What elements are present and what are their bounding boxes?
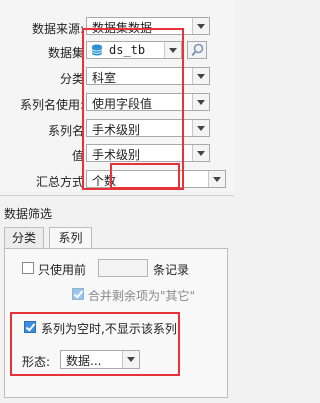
category-value: 科室 [92,71,117,85]
chevron-down-icon[interactable] [192,94,209,110]
value-label: 值 [71,149,84,163]
source-row: 数据来源: 数据集数据 [0,17,234,37]
chevron-down-icon[interactable] [164,42,181,58]
category-select[interactable]: 科室 [86,67,210,85]
hide-null-series-label: 系列为空时,不显示该系列 [41,322,177,336]
dataset-label: 数据集 [47,46,84,60]
aggregate-row: 汇总方式 个数 [0,170,234,190]
dataset-select[interactable]: ds_tb [86,41,182,59]
records-suffix-label: 条记录 [153,263,190,277]
series-name-label: 系列名 [47,124,84,138]
chevron-down-icon[interactable] [192,68,209,84]
merge-rest-checkbox[interactable] [72,288,84,300]
only-use-first-checkbox[interactable] [22,262,34,274]
aggregate-value: 个数 [92,174,117,188]
search-button[interactable] [187,41,207,59]
chevron-down-icon[interactable] [192,120,209,136]
series-name-select[interactable]: 手术级别 [86,119,210,137]
series-name-row: 系列名 手术级别 [0,119,234,139]
chevron-down-icon[interactable] [122,351,139,368]
search-icon [191,43,204,57]
chevron-down-icon[interactable] [192,18,209,34]
only-use-first-label: 只使用前 [38,263,87,277]
series-name-use-select[interactable]: 使用字段值 [86,93,210,111]
aggregate-label: 汇总方式 [35,175,84,189]
chevron-down-icon[interactable] [208,171,225,187]
merge-rest-label: 合并剩余项为"其它" [88,289,196,303]
value-row: 值 手术级别 [0,144,234,164]
data-config-section: 数据来源: 数据集数据 数据集 ds_tb 分类 科室 系列名使用: 使用字段值… [0,0,234,192]
series-name-use-value: 使用字段值 [92,97,153,111]
form-value: 数据... [66,354,102,368]
database-icon [91,44,103,56]
tab-series[interactable]: 系列 [49,227,92,249]
series-name-use-row: 系列名使用: 使用字段值 [0,93,234,113]
filter-section-title: 数据筛选 [4,207,53,221]
record-count-input[interactable] [98,259,148,277]
form-select[interactable]: 数据... [60,350,140,369]
aggregate-select[interactable]: 个数 [86,170,226,188]
dataset-value: ds_tb [109,43,146,57]
chevron-down-icon[interactable] [192,145,209,161]
tab-category[interactable]: 分类 [4,227,44,248]
hide-null-series-checkbox[interactable] [24,321,36,333]
category-label: 分类 [59,72,84,86]
category-row: 分类 科室 [0,67,234,87]
form-label: 形态: [22,355,51,369]
series-name-value: 手术级别 [92,123,141,137]
value-select[interactable]: 手术级别 [86,144,210,162]
source-label: 数据来源: [31,22,84,36]
source-value: 数据集数据 [92,21,153,35]
source-select[interactable]: 数据集数据 [86,17,210,35]
series-name-use-label: 系列名使用: [19,98,84,112]
value-value: 手术级别 [92,148,141,162]
section-divider [0,195,234,196]
